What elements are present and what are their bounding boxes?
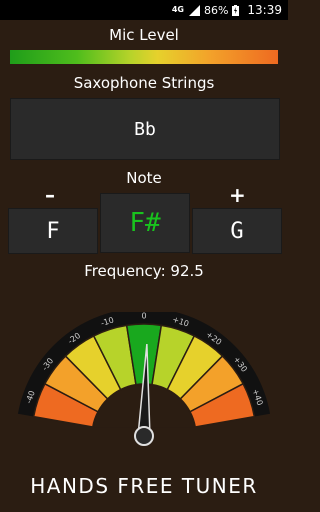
minus-button[interactable]: – <box>45 183 55 207</box>
needle-pivot <box>134 426 154 446</box>
mic-level-title: Mic Level <box>109 26 179 44</box>
next-note-button[interactable]: G <box>192 208 282 254</box>
app-title: HANDS FREE TUNER <box>30 474 258 498</box>
battery-percent: 86% <box>203 3 229 17</box>
previous-note-button[interactable]: F <box>8 208 98 254</box>
frequency-readout: Frequency: 92.5 <box>84 262 204 280</box>
network-type: 4G <box>171 5 184 14</box>
tuning-gauge: -40-30-20-10 0 +10+20+30+40 <box>17 312 271 446</box>
instrument-selector[interactable]: Bb <box>10 98 280 160</box>
mic-level-meter <box>10 50 278 64</box>
battery-charging-icon <box>232 4 240 16</box>
clock: 13:39 <box>247 3 282 17</box>
current-note: F# <box>100 193 190 253</box>
signal-icon <box>188 4 200 16</box>
plus-button[interactable]: + <box>229 183 246 207</box>
instrument-title: Saxophone Strings <box>73 74 215 92</box>
status-bar: 4G 86% 13:39 <box>0 0 288 20</box>
gauge-tick-label: 0 <box>141 312 146 321</box>
